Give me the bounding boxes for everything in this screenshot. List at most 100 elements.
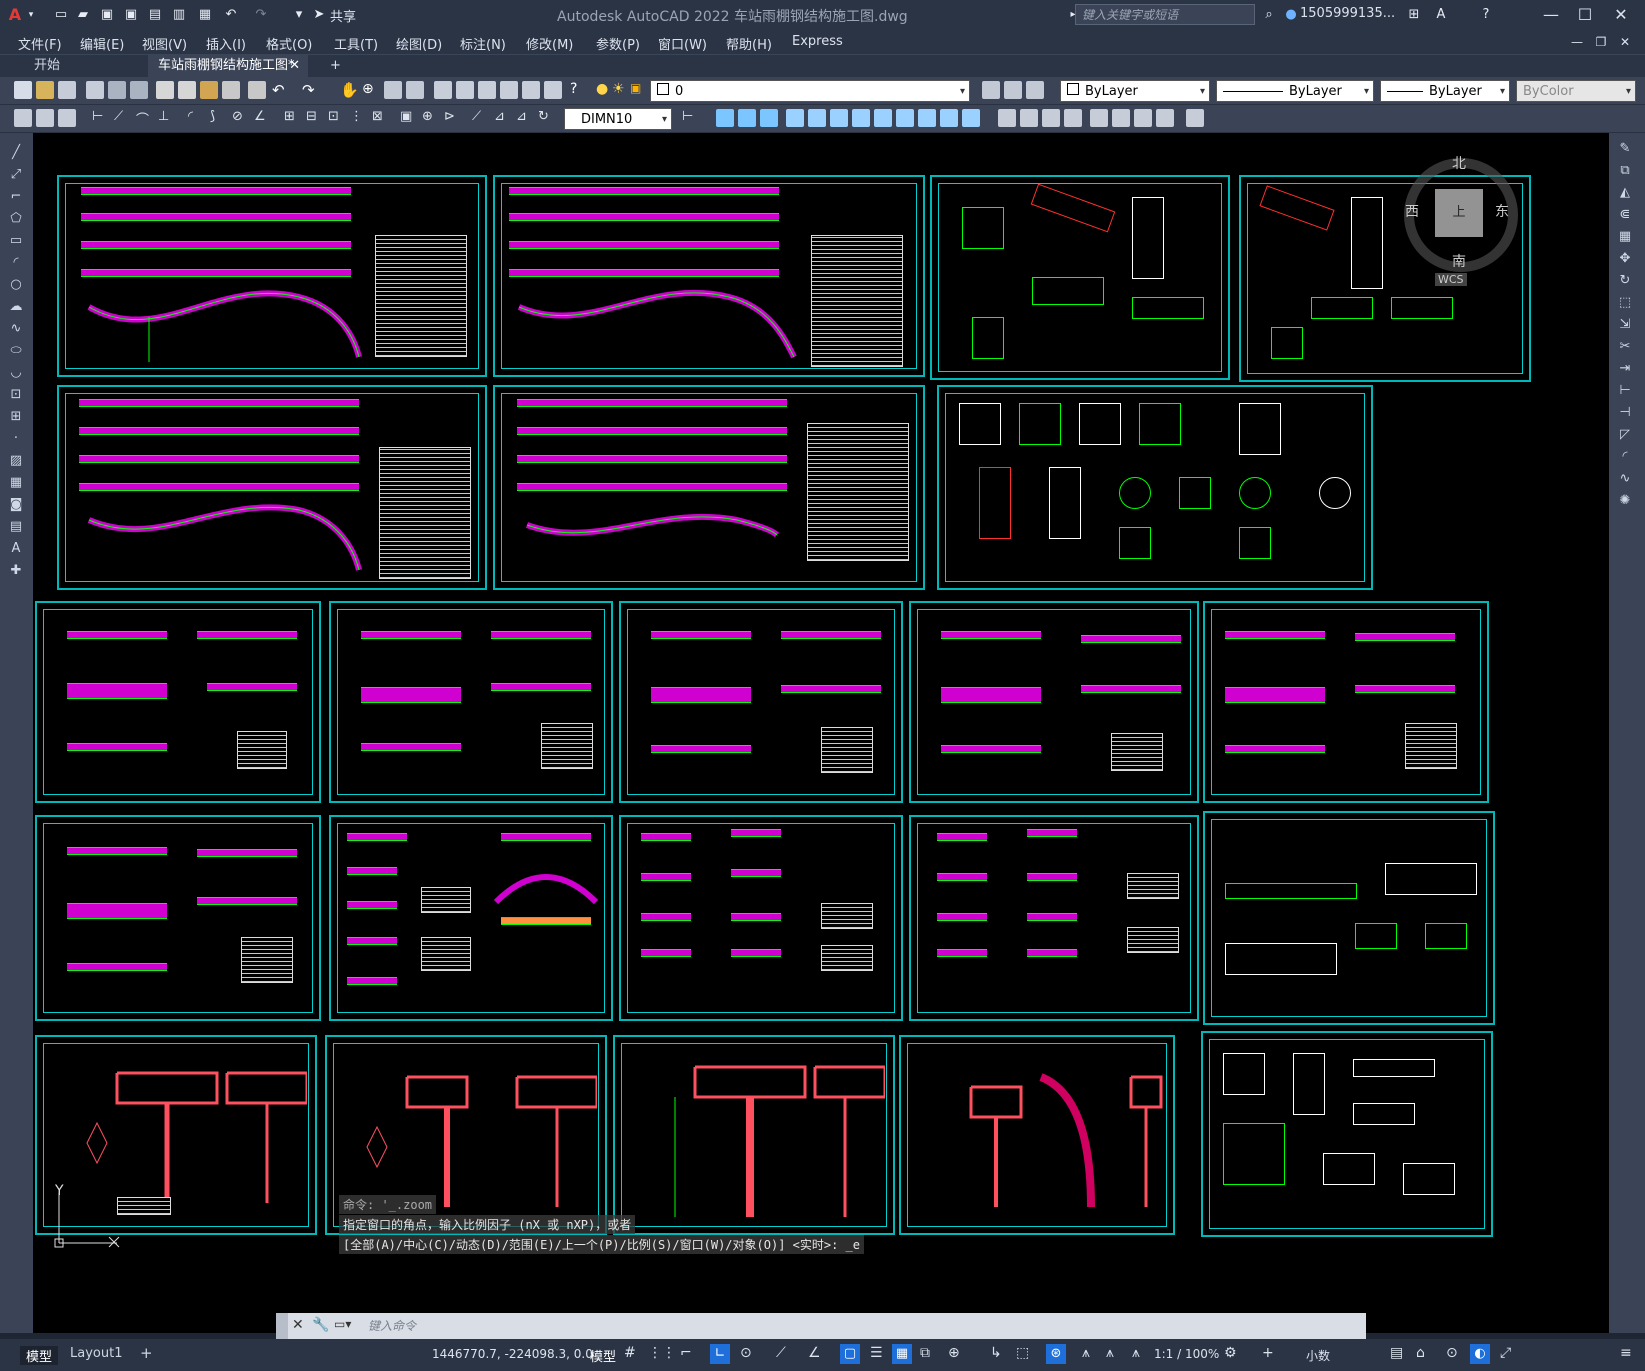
share-button[interactable]: 共享 <box>330 6 356 25</box>
hatch-icon[interactable]: ▨ <box>8 453 24 469</box>
center-mark-icon[interactable]: ⊕ <box>422 109 440 127</box>
drawing-sheet[interactable] <box>35 815 321 1021</box>
polar-icon[interactable]: ⊙ <box>740 1345 752 1361</box>
circle-icon[interactable]: ○ <box>8 277 24 293</box>
revcloud-icon[interactable]: ☁ <box>8 299 24 315</box>
inspect-icon[interactable]: ⊳ <box>444 109 462 127</box>
make-current-icon[interactable] <box>982 81 1000 99</box>
drawing-sheet[interactable] <box>937 385 1373 590</box>
gizmo-icon[interactable]: ⊛ <box>1046 1344 1066 1364</box>
color-dropdown[interactable]: ByLayer ▾ <box>1060 80 1210 102</box>
user-icon[interactable]: ● <box>1282 6 1300 24</box>
imprint-icon[interactable] <box>998 109 1016 127</box>
menu-format[interactable]: 格式(O) <box>266 34 312 53</box>
layout-tab-layout1[interactable]: Layout1 <box>70 1346 122 1361</box>
break-icon[interactable]: ⊢ <box>1617 383 1633 399</box>
taper-faces-icon[interactable] <box>896 109 914 127</box>
subtract-icon[interactable] <box>738 109 756 127</box>
close-command-icon[interactable]: ✕ <box>292 1317 304 1333</box>
object-snap-icon[interactable]: ▢ <box>840 1344 860 1364</box>
zoom-window-icon[interactable] <box>384 81 402 99</box>
close-tab-icon[interactable]: ✕ <box>289 55 300 77</box>
check-icon[interactable] <box>1090 109 1108 127</box>
layer-walk-icon[interactable] <box>58 109 76 127</box>
plotstyle-dropdown[interactable]: ByColor ▾ <box>1516 80 1636 102</box>
array-icon[interactable]: ▦ <box>1617 229 1633 245</box>
3d-move-icon[interactable] <box>1186 109 1204 127</box>
xline-icon[interactable]: ⤢ <box>8 167 24 183</box>
erase-icon[interactable]: ✎ <box>1617 141 1633 157</box>
dimedit-icon[interactable]: ⊿ <box>494 109 512 127</box>
close-window-button[interactable]: ✕ <box>1610 4 1632 26</box>
viewcube-north[interactable]: 北 <box>1452 153 1466 173</box>
drawing-sheet[interactable] <box>57 175 487 377</box>
sheet-set-icon[interactable] <box>500 81 518 99</box>
object-snap-tracking-icon[interactable]: ∠ <box>808 1345 821 1361</box>
doc-minimize-button[interactable]: — <box>1566 31 1588 53</box>
selection-filter-icon[interactable]: ⬚ <box>1016 1345 1029 1361</box>
new-layout-icon[interactable]: + <box>140 1344 153 1362</box>
user-name[interactable]: 1505999135... <box>1300 6 1395 21</box>
selection-cycling-icon[interactable]: ⧉ <box>920 1345 930 1361</box>
maximize-button[interactable]: ☐ <box>1574 4 1596 26</box>
qdim-icon[interactable]: ⊞ <box>284 109 302 127</box>
jogged-linear-icon[interactable]: ⟋ <box>472 109 490 127</box>
trim-icon[interactable]: ✂ <box>1617 339 1633 355</box>
publish-icon[interactable] <box>130 81 148 99</box>
doc-close-button[interactable]: ✕ <box>1614 31 1636 53</box>
open-folder-icon[interactable]: ▰ <box>74 6 92 24</box>
help-tb-icon[interactable]: ? <box>570 81 588 99</box>
copy-faces-icon[interactable] <box>918 109 936 127</box>
linetype-dropdown[interactable]: ByLayer ▾ <box>1216 80 1374 102</box>
snap-icon[interactable]: ⋮⋮ <box>648 1345 676 1361</box>
drawing-sheet[interactable] <box>909 815 1199 1021</box>
layout-tab-model[interactable]: 模型 <box>20 1346 59 1365</box>
qnew-icon[interactable] <box>14 81 32 99</box>
separate-icon[interactable] <box>1042 109 1060 127</box>
model-space-toggle[interactable]: 模型 <box>590 1346 616 1365</box>
viewcube-top-face[interactable]: 上 <box>1435 189 1483 237</box>
extend-icon[interactable]: ⇥ <box>1617 361 1633 377</box>
workspace-switch-icon[interactable]: ⚙ <box>1224 1345 1237 1361</box>
undo-icon[interactable]: ↶ <box>222 6 240 24</box>
redo-tb-icon[interactable]: ↷ <box>302 81 320 99</box>
wcs-menu[interactable]: WCS <box>1435 273 1467 286</box>
dim-baseline-icon[interactable]: ⊟ <box>306 109 324 127</box>
doc-restore-button[interactable]: ❐ <box>1590 31 1612 53</box>
drawing-sheet[interactable] <box>493 175 925 377</box>
dim-continue-icon[interactable]: ⊡ <box>328 109 346 127</box>
auto-scale-icon[interactable]: ⩚ <box>1106 1345 1114 1361</box>
make-block-icon[interactable]: ⊞ <box>8 409 24 425</box>
menu-edit[interactable]: 编辑(E) <box>80 34 124 53</box>
menu-view[interactable]: 视图(V) <box>142 34 187 53</box>
mirror-icon[interactable]: ◭ <box>1617 185 1633 201</box>
menu-dimension[interactable]: 标注(N) <box>460 34 506 53</box>
recent-commands-icon[interactable]: ▭▾ <box>334 1317 351 1331</box>
shell-icon[interactable] <box>1064 109 1082 127</box>
cart-icon[interactable]: ⊞ <box>1405 6 1423 24</box>
menu-express[interactable]: Express <box>792 34 843 49</box>
section-icon[interactable] <box>1134 109 1152 127</box>
point-icon[interactable]: · <box>8 431 24 447</box>
drawing-sheet[interactable] <box>619 815 903 1021</box>
dim-diameter-icon[interactable]: ⊘ <box>232 109 250 127</box>
stretch-icon[interactable]: ⇲ <box>1617 317 1633 333</box>
layer-dropdown[interactable]: 0 ▾ <box>650 80 970 102</box>
lineweight-dropdown[interactable]: ByLayer ▾ <box>1380 80 1510 102</box>
save-as-icon[interactable]: ▣ <box>122 6 140 24</box>
quick-properties-icon[interactable]: ▤ <box>1390 1345 1403 1361</box>
dimtedit-icon[interactable]: ⊿ <box>516 109 534 127</box>
dimstyle-manager-icon[interactable]: ⊢ <box>682 109 700 127</box>
coordinates-readout[interactable]: 1446770.7, -224098.3, 0.0 <box>432 1347 593 1361</box>
join-icon[interactable]: ⊣ <box>1617 405 1633 421</box>
layer-previous-icon[interactable] <box>1004 81 1022 99</box>
pan-icon[interactable]: ✋ <box>340 81 359 99</box>
drawing-canvas[interactable]: 北 东 西 南 上 WCS Y 命令: '_.zoom 指定窗口的角点，输入比例… <box>33 133 1609 1333</box>
clean-screen-icon[interactable]: ⤢ <box>1500 1345 1511 1361</box>
matchprop-icon[interactable] <box>222 81 240 99</box>
drawing-sheet[interactable] <box>329 601 613 803</box>
menu-draw[interactable]: 绘图(D) <box>396 34 442 53</box>
drawing-sheet[interactable] <box>493 385 925 590</box>
move-icon[interactable]: ✥ <box>1617 251 1633 267</box>
graphics-performance-icon[interactable]: ◐ <box>1470 1344 1490 1364</box>
